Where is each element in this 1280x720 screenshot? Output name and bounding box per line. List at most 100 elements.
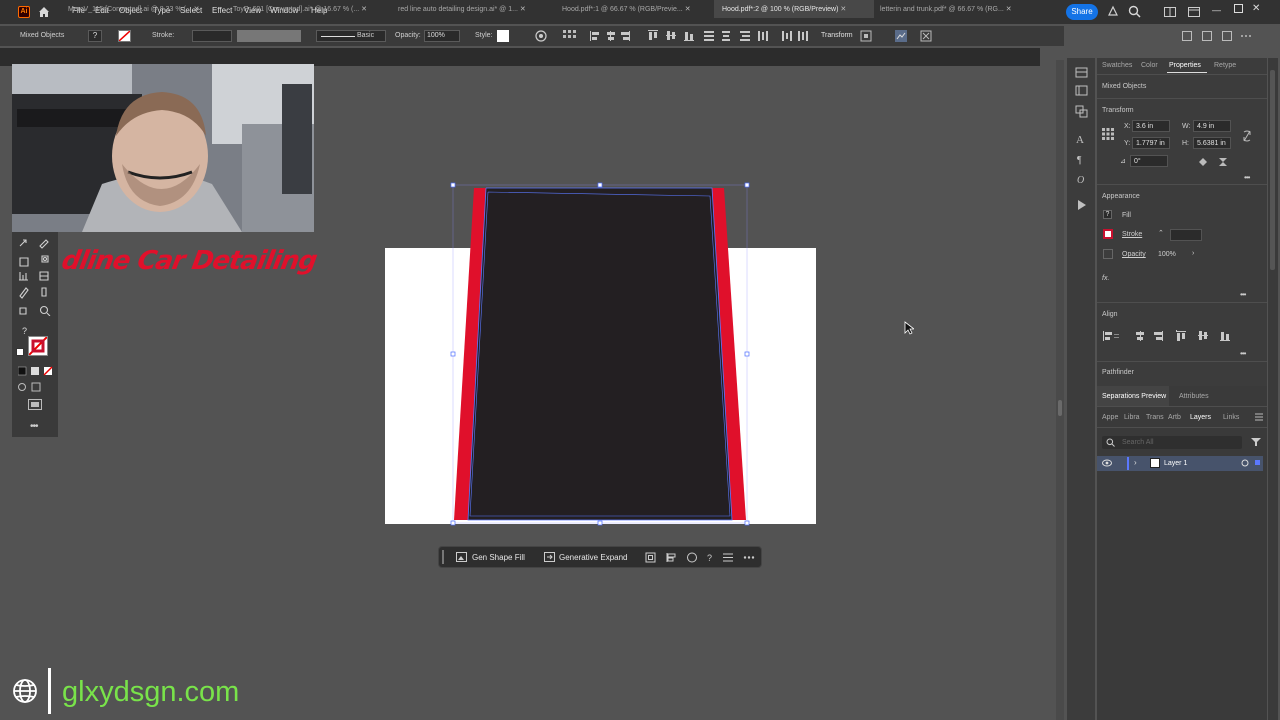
- stroke-link[interactable]: Stroke: [1122, 231, 1142, 238]
- filter-icon[interactable]: [1251, 437, 1261, 447]
- stroke-weight-panel-field[interactable]: [1170, 229, 1202, 241]
- opacity-arrow-icon[interactable]: ›: [1192, 250, 1194, 257]
- tab-links[interactable]: Links: [1223, 414, 1239, 421]
- tab-appearance-short[interactable]: Appe: [1102, 414, 1118, 421]
- context-actions-group[interactable]: ?: [645, 552, 757, 563]
- close-window-icon[interactable]: ✕: [1252, 3, 1260, 14]
- brush-definition-select[interactable]: Basic: [316, 30, 386, 42]
- constrain-proportions-icon[interactable]: [1242, 130, 1252, 142]
- align-buttons-group[interactable]: [590, 30, 810, 42]
- opacity-swatch: [1103, 249, 1113, 259]
- isolate-icon[interactable]: [860, 30, 872, 42]
- tab-libraries-short[interactable]: Libra: [1124, 414, 1140, 421]
- tab-letterin-trunk[interactable]: letterin and trunk.pdf* @ 66.67 % (RG...…: [874, 0, 1040, 18]
- layers-search-box[interactable]: Search All: [1102, 436, 1242, 449]
- arrange-panels-icon[interactable]: [1182, 31, 1252, 41]
- fx-label[interactable]: fx.: [1102, 275, 1109, 282]
- edit-contents-icon[interactable]: [920, 30, 932, 42]
- stroke-weight-stepper[interactable]: ⌃: [1158, 229, 1166, 241]
- tab-properties[interactable]: Properties: [1169, 62, 1201, 69]
- stroke-color-swatch[interactable]: [28, 336, 48, 356]
- share-button[interactable]: Share: [1066, 4, 1098, 20]
- fill-label: Fill: [1122, 212, 1131, 219]
- y-label: Y:: [1124, 140, 1131, 147]
- recolor-icon[interactable]: [535, 30, 547, 42]
- grid-align-icon[interactable]: [563, 30, 577, 42]
- tab-attributes[interactable]: Attributes: [1179, 393, 1209, 400]
- minimize-icon[interactable]: —: [1212, 5, 1221, 15]
- vertical-scrollbar[interactable]: [1056, 60, 1064, 720]
- drag-handle[interactable]: [442, 550, 444, 564]
- svg-text:A: A: [1076, 134, 1084, 146]
- layer-target-icon[interactable]: [1241, 459, 1249, 467]
- workspace-icon[interactable]: [1188, 7, 1200, 17]
- layer-selection-indicator[interactable]: [1255, 460, 1260, 465]
- expand-layer-icon[interactable]: ›: [1134, 458, 1137, 467]
- help-tool-icon[interactable]: ?: [22, 326, 27, 336]
- panel-scroll-thumb[interactable]: [1270, 70, 1275, 270]
- rotate-field[interactable]: 0°: [1130, 155, 1168, 167]
- opacity-field[interactable]: 100%: [424, 30, 460, 42]
- tab-separations-preview[interactable]: Separations Preview: [1102, 393, 1166, 400]
- graphic-style-swatch[interactable]: [497, 30, 509, 42]
- visibility-eye-icon[interactable]: [1102, 459, 1112, 467]
- fill-unknown-swatch[interactable]: ?: [88, 30, 102, 42]
- home-icon[interactable]: [37, 5, 51, 19]
- gen-shape-fill-icon: [456, 552, 467, 562]
- panel-icons-group[interactable]: A ¶ O: [1075, 66, 1089, 216]
- tool-icons-group[interactable]: [16, 236, 56, 316]
- tab-hood-2[interactable]: Hood.pdf*:2 @ 100 % (RGB/Preview) ✕: [714, 0, 874, 18]
- x-field[interactable]: 3.6 in: [1132, 120, 1170, 132]
- layer-name[interactable]: Layer 1: [1164, 460, 1187, 467]
- reference-point-icon[interactable]: [1102, 128, 1114, 140]
- screen-mode-icon[interactable]: [28, 399, 42, 410]
- drawing-mode-icons[interactable]: [18, 382, 42, 392]
- tab-retype[interactable]: Retype: [1214, 62, 1236, 69]
- appearance-more-icon[interactable]: •••: [1240, 290, 1246, 299]
- opacity-panel-value[interactable]: 100%: [1158, 251, 1176, 258]
- pathfinder-title: Pathfinder: [1102, 369, 1134, 376]
- layers-panel-menu-icon[interactable]: [1255, 413, 1263, 421]
- hood-artwork[interactable]: [440, 178, 760, 532]
- discover-icon[interactable]: [1107, 5, 1119, 17]
- svg-text:?: ?: [707, 553, 712, 563]
- stroke-weight-field[interactable]: [192, 30, 232, 42]
- transform-button[interactable]: Transform: [821, 32, 853, 39]
- vertical-scroll-thumb[interactable]: [1058, 400, 1062, 416]
- svg-text:O: O: [1077, 175, 1084, 186]
- tab-red-line-design[interactable]: red line auto detailing design.ai* @ 1..…: [390, 0, 556, 18]
- stroke-panel-swatch[interactable]: [1103, 229, 1113, 239]
- align-panel-buttons[interactable]: [1102, 330, 1246, 342]
- footer-divider: [48, 668, 51, 714]
- h-field[interactable]: 5.6381 in: [1193, 137, 1231, 149]
- arrange-documents-icon[interactable]: [1164, 7, 1176, 17]
- tab-layers[interactable]: Layers: [1190, 414, 1211, 421]
- tab-toyp-601[interactable]: ToyP_601 [Converted].ai* @ 16.67 % (... …: [228, 0, 388, 18]
- variable-width-profile[interactable]: [237, 30, 301, 42]
- tab-transform-short[interactable]: Trans: [1146, 414, 1164, 421]
- generative-expand-button[interactable]: Generative Expand: [559, 553, 628, 562]
- w-field[interactable]: 4.9 in: [1193, 120, 1231, 132]
- tab-hood-1[interactable]: Hood.pdf*:1 @ 66.67 % (RGB/Previe... ✕: [556, 0, 714, 18]
- align-more-icon[interactable]: •••: [1240, 349, 1246, 358]
- opacity-link[interactable]: Opacity: [1122, 251, 1146, 258]
- edit-toolbar-icon[interactable]: •••: [30, 421, 38, 432]
- tab-color[interactable]: Color: [1141, 62, 1158, 69]
- maximize-icon[interactable]: [1234, 4, 1243, 13]
- w-label: W:: [1182, 123, 1191, 130]
- layer-color-marker: [1127, 457, 1129, 470]
- stroke-swatch[interactable]: [118, 30, 131, 42]
- brand-logo-text: dline Car Detailing: [59, 246, 319, 276]
- search-icon[interactable]: [1128, 5, 1141, 18]
- y-field[interactable]: 1.7797 in: [1132, 137, 1170, 149]
- fill-swatch[interactable]: ?: [1103, 210, 1112, 219]
- default-fill-stroke-icon[interactable]: [16, 348, 24, 356]
- tab-mercv-115[interactable]: MercV_115 [Converted].ai @ 8.33 % (... ✕: [60, 0, 228, 18]
- transform-more-icon[interactable]: •••: [1244, 173, 1250, 182]
- gen-shape-fill-button[interactable]: Gen Shape Fill: [472, 553, 525, 562]
- tab-artboards-short[interactable]: Artb: [1168, 414, 1181, 421]
- crop-image-icon[interactable]: [895, 30, 907, 42]
- color-mode-buttons[interactable]: [18, 366, 54, 376]
- tab-swatches[interactable]: Swatches: [1102, 62, 1132, 69]
- flip-buttons[interactable]: [1198, 157, 1228, 167]
